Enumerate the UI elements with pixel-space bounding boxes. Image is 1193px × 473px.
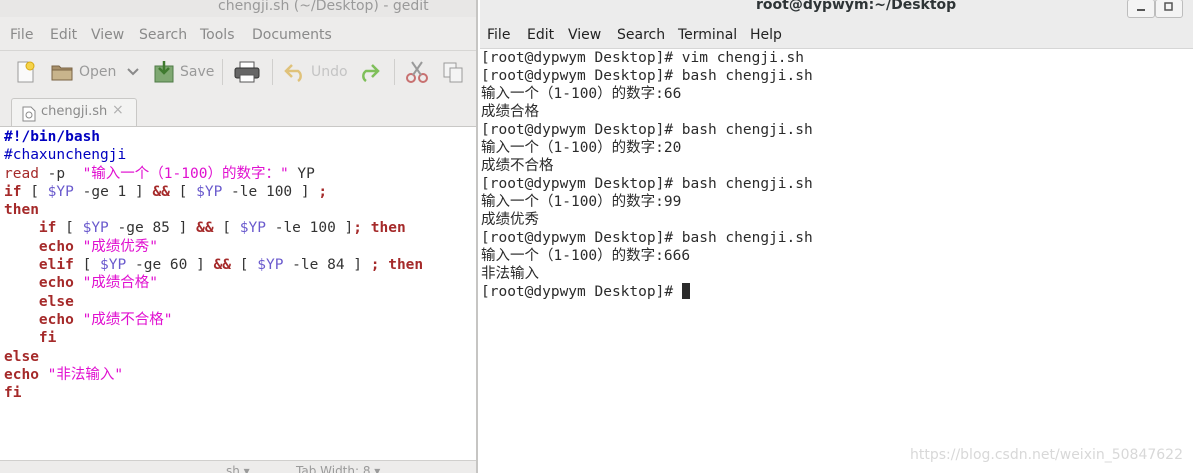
code-line: echo "非法输入" [4,366,124,383]
undo-button-label: Undo [311,64,348,80]
gedit-menu-edit[interactable]: Edit [50,27,77,43]
terminal-menu-search[interactable]: Search [617,27,665,43]
folder-icon [51,65,73,81]
terminal-line: [root@dypwym Desktop]# bash chengji.sh [481,122,813,138]
code-line: elif [ $YP -ge 60 ] && [ $YP -le 84 ] ; … [38,257,424,274]
gedit-statusbar: sh ▾ Tab Width: 8 ▾ [0,460,478,473]
terminal-line: [root@dypwym Desktop]# bash chengji.sh [481,68,813,84]
code-line: else [38,293,74,310]
tab-chengji-sh[interactable]: chengji.sh × [11,98,137,128]
tab-label: chengji.sh [41,104,108,119]
terminal-line: 成绩合格 [481,104,539,120]
code-line: read -p "输入一个（1-100）的数字：" YP [4,165,315,182]
document-icon [22,106,36,122]
code-line: fi [4,385,22,402]
terminal-line: [root@dypwym Desktop]# bash chengji.sh [481,176,813,192]
language-selector[interactable]: sh ▾ [226,464,250,473]
gedit-menu-tools[interactable]: Tools [200,27,235,43]
scissors-icon [406,61,428,83]
terminal-line: [root@dypwym Desktop]# vim chengji.sh [481,50,805,66]
gedit-menu-view[interactable]: View [91,27,124,43]
code-line: echo "成绩不合格" [38,311,173,328]
print-button[interactable] [234,59,260,85]
terminal-window: root@dypwym:~/Desktop File Edit View Sea… [480,0,1193,473]
code-line: else [4,348,39,365]
gedit-menu-file[interactable]: File [10,27,33,43]
terminal-menubar: File Edit View Search Terminal Help [480,18,1193,49]
maximize-button[interactable] [1155,0,1183,18]
copy-icon [443,62,463,83]
toolbar-separator [394,59,395,85]
terminal-line: 输入一个（1-100）的数字:20 [481,140,682,156]
document-tabs: chengji.sh × [0,93,478,128]
gedit-titlebar[interactable]: chengji.sh (~/Desktop) - gedit [0,0,478,17]
code-editor[interactable]: #!/bin/bash #chaxunchengji read -p "输入一个… [0,126,476,461]
save-button-label: Save [180,64,215,80]
undo-button[interactable]: Undo [284,59,348,85]
open-button-label: Open [79,64,117,80]
gedit-window-title: chengji.sh (~/Desktop) - gedit [218,0,429,14]
terminal-line: 输入一个（1-100）的数字:99 [481,194,682,210]
code-line: #!/bin/bash [4,129,101,145]
terminal-menu-terminal[interactable]: Terminal [678,27,737,43]
terminal-titlebar[interactable]: root@dypwym:~/Desktop [480,0,1193,18]
tab-width-selector[interactable]: Tab Width: 8 ▾ [296,464,380,473]
toolbar-separator [222,59,223,85]
terminal-menu-edit[interactable]: Edit [527,27,554,43]
new-document-button[interactable] [13,59,37,85]
terminal-menu-view[interactable]: View [568,27,601,43]
redo-button[interactable] [357,59,381,85]
toolbar-separator [272,59,273,85]
terminal-menu-help[interactable]: Help [750,27,782,43]
gedit-window: chengji.sh (~/Desktop) - gedit File Edit… [0,0,478,473]
terminal-line: 成绩不合格 [481,158,554,174]
print-icon [234,61,260,83]
undo-icon [284,64,302,82]
code-line: #chaxunchengji [4,147,127,164]
terminal-line: 输入一个（1-100）的数字:666 [481,248,691,264]
gedit-menu-search[interactable]: Search [139,27,187,43]
minimize-icon [1137,9,1145,11]
terminal-line: [root@dypwym Desktop]# bash chengji.sh [481,230,813,246]
open-button[interactable]: Open [50,59,140,85]
watermark: https://blog.csdn.net/weixin_50847622 [909,447,1183,463]
save-icon [154,61,174,83]
terminal-window-title: root@dypwym:~/Desktop [756,0,957,13]
code-line: if [ $YP -ge 85 ] && [ $YP -le 100 ]; th… [38,220,406,237]
code-line: echo "成绩优秀" [38,238,159,255]
close-tab-icon[interactable]: × [112,102,124,118]
code-line: echo "成绩合格" [38,275,159,292]
code-line: then [4,202,39,219]
gedit-toolbar: Open Save Undo [0,50,478,93]
terminal-prompt: [root@dypwym Desktop]# [481,284,682,300]
terminal-screen[interactable]: [root@dypwym Desktop]# vim chengji.sh [r… [480,49,1193,473]
new-document-icon [17,61,35,83]
redo-icon [362,64,380,82]
code-line: if [ $YP -ge 1 ] && [ $YP -le 100 ] ; [4,183,328,200]
terminal-menu-file[interactable]: File [487,27,510,43]
chevron-down-icon [127,68,140,76]
code-line: fi [38,330,57,347]
terminal-line: 输入一个（1-100）的数字:66 [481,86,682,102]
terminal-line: 成绩优秀 [481,212,539,228]
save-button[interactable]: Save [153,59,214,85]
gedit-menu-documents[interactable]: Documents [252,27,332,43]
minimize-button[interactable] [1127,0,1155,18]
gedit-menubar: File Edit View Search Tools Documents [0,27,478,47]
cut-button[interactable] [406,59,428,85]
maximize-icon [1164,2,1173,11]
window-divider [476,0,478,473]
terminal-cursor [681,283,690,299]
terminal-line: 非法输入 [481,266,539,282]
copy-button[interactable] [442,59,464,85]
